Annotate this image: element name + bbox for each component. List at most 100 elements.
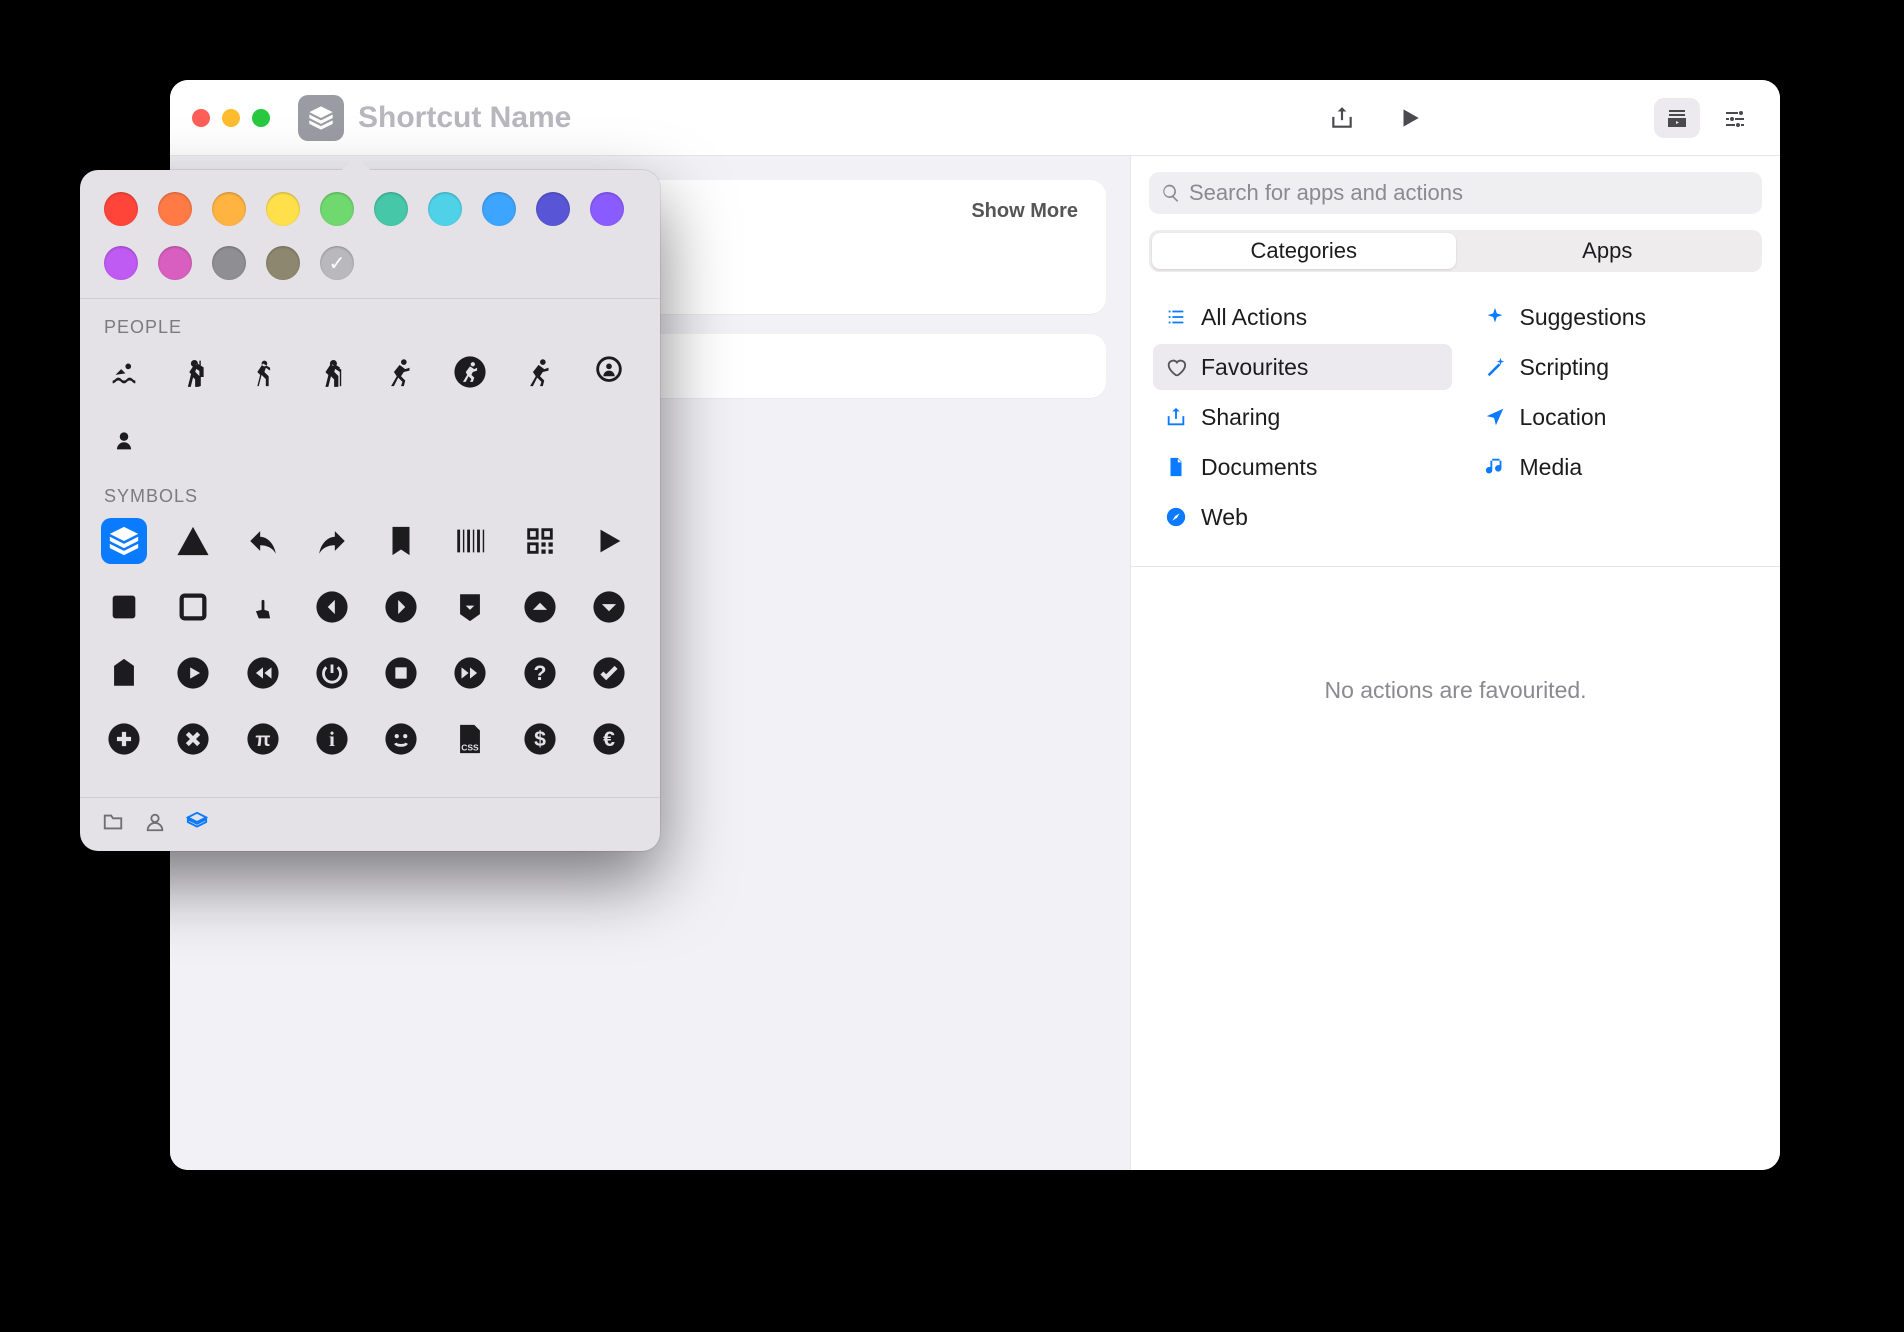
- color-swatch-13[interactable]: [266, 246, 300, 280]
- color-swatch-2[interactable]: [212, 192, 246, 226]
- section-label-people: PEOPLE: [104, 317, 636, 338]
- shortcut-name-field[interactable]: Shortcut Name: [358, 101, 1318, 135]
- glyph-person-glow[interactable]: [104, 418, 144, 458]
- glyph-pi[interactable]: π: [243, 719, 283, 759]
- glyph-css[interactable]: CSS: [450, 719, 490, 759]
- segment-categories[interactable]: Categories: [1152, 233, 1456, 269]
- color-swatch-12[interactable]: [212, 246, 246, 280]
- titlebar: Shortcut Name: [170, 80, 1780, 156]
- glyph-stop[interactable]: [381, 653, 421, 693]
- glyph-play[interactable]: [589, 521, 629, 561]
- glyph-layers[interactable]: [101, 518, 147, 564]
- segment-apps[interactable]: Apps: [1456, 233, 1760, 269]
- zoom-window-button[interactable]: [252, 109, 270, 127]
- library-search-field[interactable]: Search for apps and actions: [1149, 172, 1762, 214]
- footer-tab-folder[interactable]: [102, 811, 124, 838]
- run-circle-icon: [453, 355, 487, 389]
- glyph-plus[interactable]: [104, 719, 144, 759]
- bookmark-icon: [384, 524, 418, 558]
- glyph-check[interactable]: [589, 653, 629, 693]
- color-swatch-6[interactable]: [428, 192, 462, 226]
- glyph-square[interactable]: [173, 587, 213, 627]
- glyph-walk-cane[interactable]: [312, 352, 352, 392]
- run-icon: [384, 355, 418, 389]
- glyph-hike[interactable]: [173, 352, 213, 392]
- walk-cane-icon: [315, 355, 349, 389]
- css-icon: CSS: [453, 722, 487, 756]
- wand-icon: [1484, 356, 1506, 378]
- category-sharing[interactable]: Sharing: [1153, 394, 1452, 440]
- color-swatch-3[interactable]: [266, 192, 300, 226]
- category-favourites[interactable]: Favourites: [1153, 344, 1452, 390]
- glyph-run-fast[interactable]: [520, 352, 560, 392]
- play-circle-icon: [176, 656, 210, 690]
- minimize-window-button[interactable]: [222, 109, 240, 127]
- share-button[interactable]: [1318, 98, 1366, 138]
- svg-text:?: ?: [533, 661, 546, 685]
- glyph-upload[interactable]: [104, 653, 144, 693]
- glyph-swim[interactable]: [104, 352, 144, 392]
- glyph-bookmark[interactable]: [381, 521, 421, 561]
- dollar-icon: $: [523, 722, 557, 756]
- glyph-chev-up[interactable]: [520, 587, 560, 627]
- glyph-power[interactable]: [312, 653, 352, 693]
- search-icon: [1161, 183, 1181, 203]
- glyph-rewind[interactable]: [243, 653, 283, 693]
- glyph-download[interactable]: [450, 587, 490, 627]
- shortcut-glyph-button[interactable]: [298, 95, 344, 141]
- glyph-question[interactable]: ?: [520, 653, 560, 693]
- footer-tab-glyphs[interactable]: [186, 811, 208, 838]
- run-button[interactable]: [1386, 98, 1434, 138]
- color-swatch-9[interactable]: [590, 192, 624, 226]
- library-segmented-control[interactable]: Categories Apps: [1149, 230, 1762, 272]
- glyph-run[interactable]: [381, 352, 421, 392]
- square-fill-icon: [107, 590, 141, 624]
- glyph-walk[interactable]: [243, 352, 283, 392]
- category-documents[interactable]: Documents: [1153, 444, 1452, 490]
- color-swatch-4[interactable]: [320, 192, 354, 226]
- category-scripting[interactable]: Scripting: [1472, 344, 1771, 390]
- glyph-chev-right[interactable]: [381, 587, 421, 627]
- glyph-redo[interactable]: [312, 521, 352, 561]
- color-swatch-1[interactable]: [158, 192, 192, 226]
- glyph-barcode[interactable]: [450, 521, 490, 561]
- category-location[interactable]: Location: [1472, 394, 1771, 440]
- category-web[interactable]: Web: [1153, 494, 1452, 540]
- action-library-sidebar: Search for apps and actions Categories A…: [1130, 156, 1780, 1170]
- glyph-chev-down[interactable]: [589, 587, 629, 627]
- action-library-tab[interactable]: [1654, 98, 1700, 138]
- share-icon: [1329, 105, 1355, 131]
- color-swatch-0[interactable]: [104, 192, 138, 226]
- close-window-button[interactable]: [192, 109, 210, 127]
- glyph-person-pin[interactable]: [589, 352, 629, 392]
- color-swatch-11[interactable]: [158, 246, 192, 280]
- color-swatch-5[interactable]: [374, 192, 408, 226]
- glyph-warning[interactable]: [173, 521, 213, 561]
- footer-tab-person[interactable]: [144, 811, 166, 838]
- redo-icon: [315, 524, 349, 558]
- glyph-chev-left[interactable]: [312, 587, 352, 627]
- color-swatch-7[interactable]: [482, 192, 516, 226]
- shortcut-details-tab[interactable]: [1712, 98, 1758, 138]
- forward-icon: [453, 656, 487, 690]
- glyph-dollar[interactable]: $: [520, 719, 560, 759]
- glyph-smile[interactable]: [381, 719, 421, 759]
- color-swatch-10[interactable]: [104, 246, 138, 280]
- category-media[interactable]: Media: [1472, 444, 1771, 490]
- glyph-run-circle[interactable]: [450, 352, 490, 392]
- show-more-button[interactable]: Show More: [971, 200, 1078, 223]
- glyph-x[interactable]: [173, 719, 213, 759]
- glyph-euro[interactable]: €: [589, 719, 629, 759]
- color-swatch-8[interactable]: [536, 192, 570, 226]
- glyph-tap[interactable]: [243, 587, 283, 627]
- color-swatch-14[interactable]: ✓: [320, 246, 354, 280]
- glyph-qrcode[interactable]: [520, 521, 560, 561]
- glyph-info[interactable]: i: [312, 719, 352, 759]
- glyph-square-fill[interactable]: [104, 587, 144, 627]
- heart-icon: [1165, 356, 1187, 378]
- category-all-actions[interactable]: All Actions: [1153, 294, 1452, 340]
- category-suggestions[interactable]: Suggestions: [1472, 294, 1771, 340]
- glyph-play-circle[interactable]: [173, 653, 213, 693]
- glyph-undo[interactable]: [243, 521, 283, 561]
- glyph-forward[interactable]: [450, 653, 490, 693]
